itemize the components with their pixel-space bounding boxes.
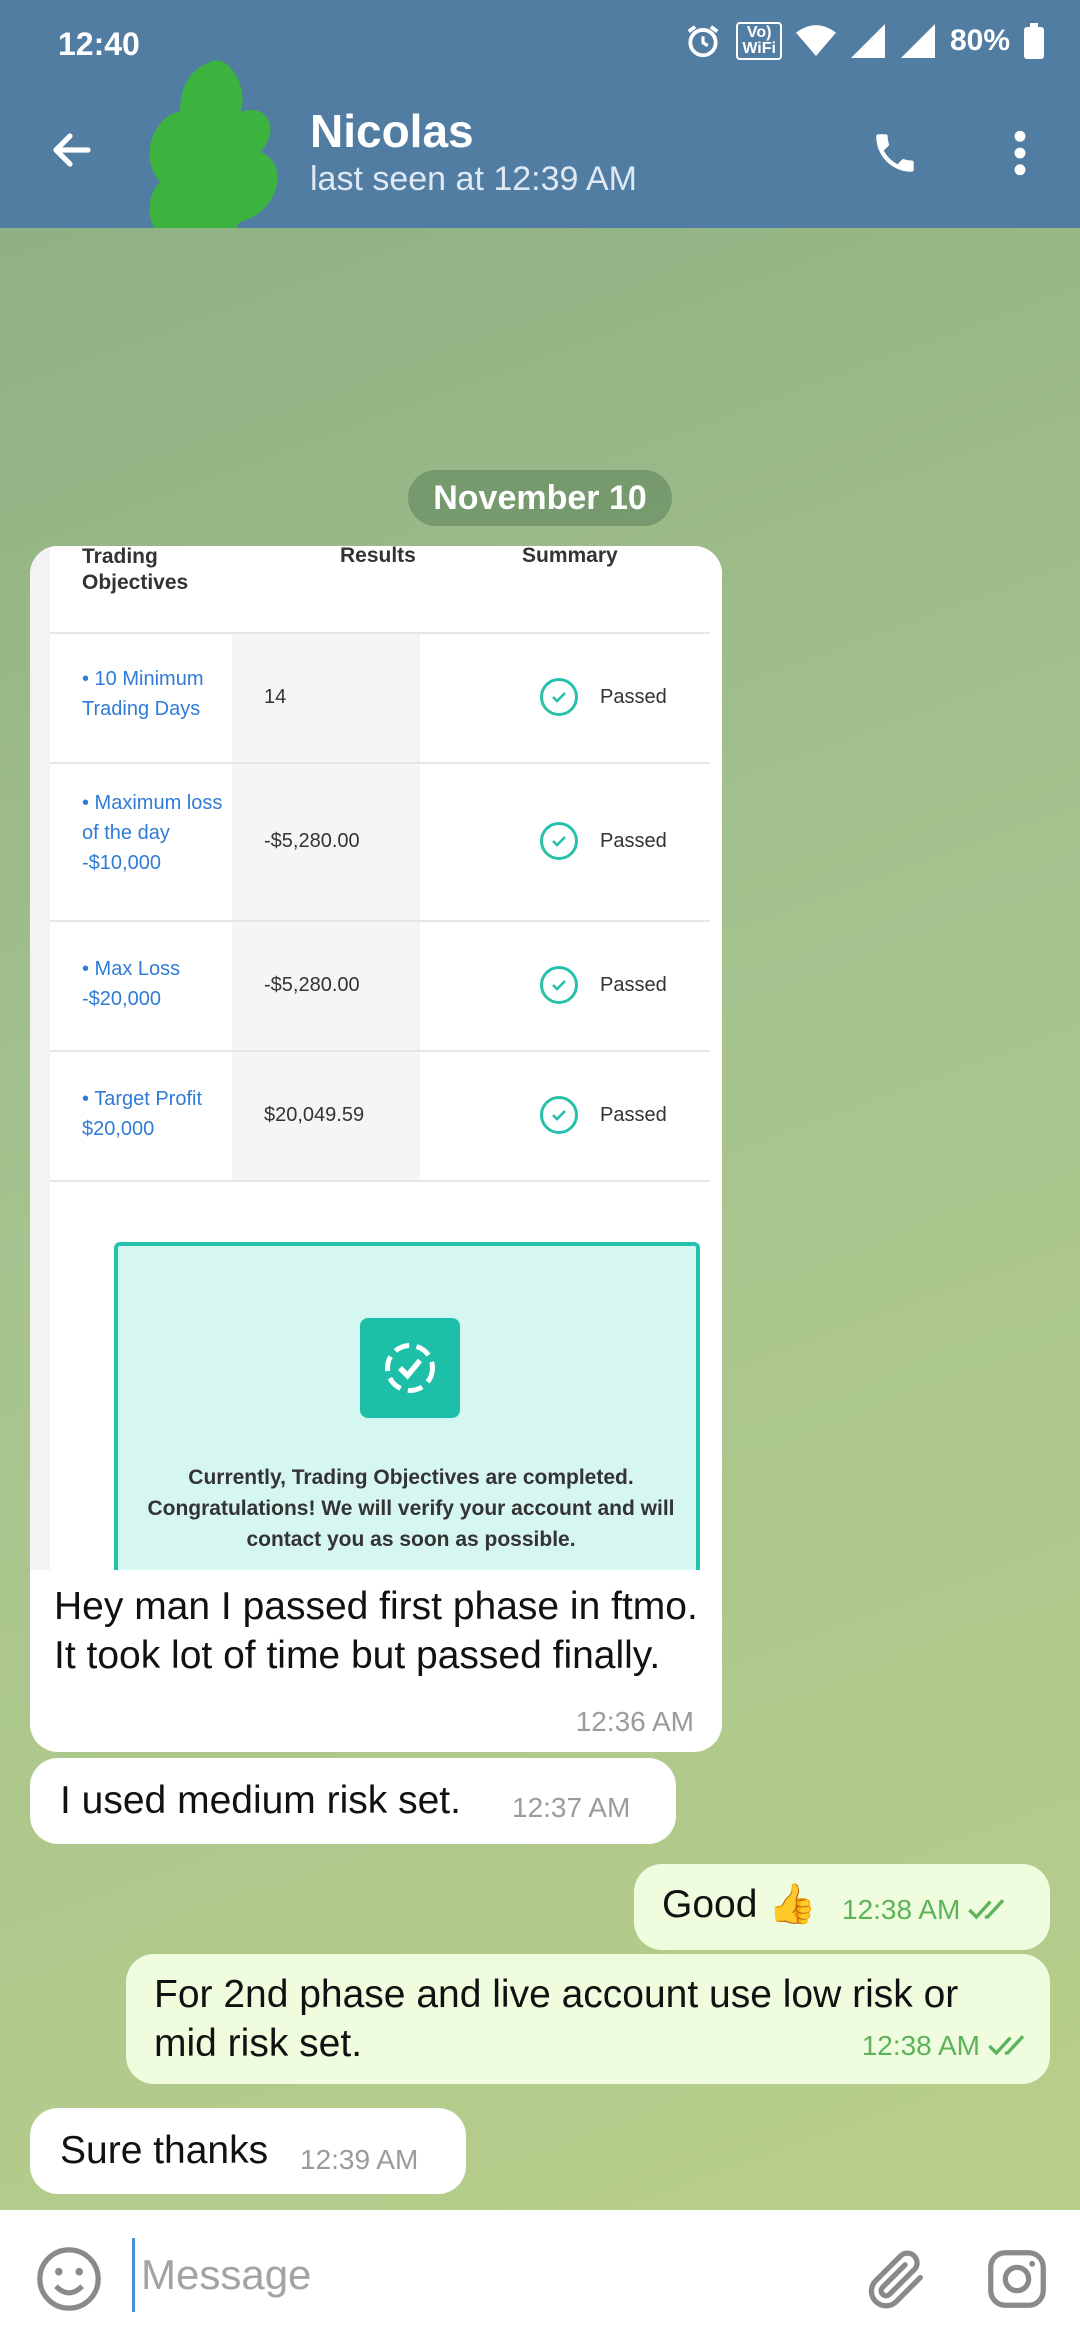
status-time: 12:40 (58, 26, 140, 62)
instagram-camera-icon[interactable] (982, 2244, 1052, 2314)
wifi-icon (795, 25, 836, 56)
battery-percent: 80% (949, 24, 1010, 57)
emoji-icon[interactable] (34, 2244, 104, 2314)
double-check-icon (968, 1899, 1005, 1920)
photo-message[interactable]: Trading Objectives Results Summary • 10 … (30, 546, 722, 1752)
status-icons: Vo) WiFi 80% (684, 22, 1044, 60)
chat-title[interactable]: Nicolas (310, 104, 474, 158)
message-bubble-outgoing[interactable]: For 2nd phase and live account use low r… (126, 1954, 1050, 2084)
objective-cell: • Maximum loss of the day -$10,000 (82, 792, 223, 874)
completion-box: Currently, Trading Objectives are comple… (114, 1242, 700, 1570)
call-button[interactable] (860, 118, 930, 188)
message-time: 12:36 AM (575, 1706, 694, 1737)
message-time: 12:38 AM (862, 2030, 1030, 2062)
message-bubble-incoming[interactable]: I used medium risk set. 12:37 AM (30, 1758, 676, 1844)
message-text: Sure thanks (60, 2129, 269, 2172)
alarm-icon (687, 25, 719, 58)
signal-icon (850, 24, 885, 58)
column-header: Summary (522, 546, 618, 567)
objective-cell: • Max Loss -$20,000 (82, 958, 181, 1010)
battery-icon (1024, 23, 1044, 59)
table-row: • Maximum loss of the day -$10,000 -$5,2… (50, 764, 710, 922)
message-time: 12:37 AM (512, 1792, 631, 1823)
paperclip-icon[interactable] (862, 2244, 932, 2314)
check-circle-icon (540, 822, 578, 860)
phone-icon (876, 134, 914, 172)
back-button[interactable] (40, 118, 104, 182)
summary-cell: Passed (540, 966, 667, 1004)
arrow-left-icon (53, 133, 91, 167)
completion-text: Currently, Trading Objectives are comple… (147, 1466, 675, 1551)
message-bubble-outgoing[interactable]: Good 👍 12:38 AM (634, 1864, 1050, 1950)
message-composer (0, 2210, 1080, 2340)
message-time: 12:39 AM (300, 2144, 419, 2175)
table-row: • Target Profit $20,000 $20,049.59 Passe… (50, 1052, 710, 1182)
date-separator: November 10 (408, 470, 672, 526)
message-time: 12:38 AM (842, 1894, 1010, 1926)
more-vert-icon (1014, 130, 1026, 176)
table-header: Trading Objectives Results Summary (50, 546, 710, 634)
vowifi-icon: Vo) WiFi (736, 22, 782, 60)
more-options-button[interactable] (1000, 118, 1040, 188)
message-text: Good 👍 (662, 1883, 817, 1926)
message-input[interactable] (132, 2238, 832, 2312)
result-cell: -$5,280.00 (264, 830, 360, 852)
summary-cell: Passed (540, 1096, 667, 1134)
summary-cell: Passed (540, 822, 667, 860)
check-circle-icon (540, 966, 578, 1004)
message-bubble-incoming[interactable]: Sure thanks 12:39 AM (30, 2108, 466, 2194)
app-header: 12:40 Vo) WiFi 80% Nicolas last seen at 1… (0, 0, 1080, 265)
message-text: Hey man I passed first phase in ftmo. It… (54, 1585, 698, 1677)
table-row: • Max Loss -$20,000 -$5,280.00 Passed (50, 922, 710, 1052)
trading-objectives-card: Trading Objectives Results Summary • 10 … (50, 546, 722, 1570)
result-cell: -$5,280.00 (264, 974, 360, 996)
verified-icon (360, 1318, 460, 1418)
result-cell: $20,049.59 (264, 1104, 365, 1126)
chat-area[interactable]: November 10 Trading Objectives Results S… (0, 228, 1080, 2210)
column-header: Results (340, 546, 416, 567)
objective-cell: • 10 Minimum Trading Days (82, 668, 204, 720)
double-check-icon (988, 2035, 1025, 2056)
check-circle-icon (540, 1096, 578, 1134)
signal-icon-2 (900, 24, 935, 58)
photo-attachment[interactable]: Trading Objectives Results Summary • 10 … (30, 546, 722, 1570)
summary-cell: Passed (540, 678, 667, 716)
result-cell: 14 (264, 686, 287, 708)
table-row: • 10 Minimum Trading Days 14 Passed (50, 634, 710, 764)
column-header: Trading Objectives (82, 546, 189, 594)
message-text: I used medium risk set. (60, 1779, 461, 1822)
last-seen-status: last seen at 12:39 AM (310, 160, 637, 198)
objective-cell: • Target Profit $20,000 (82, 1088, 203, 1140)
check-circle-icon (540, 678, 578, 716)
